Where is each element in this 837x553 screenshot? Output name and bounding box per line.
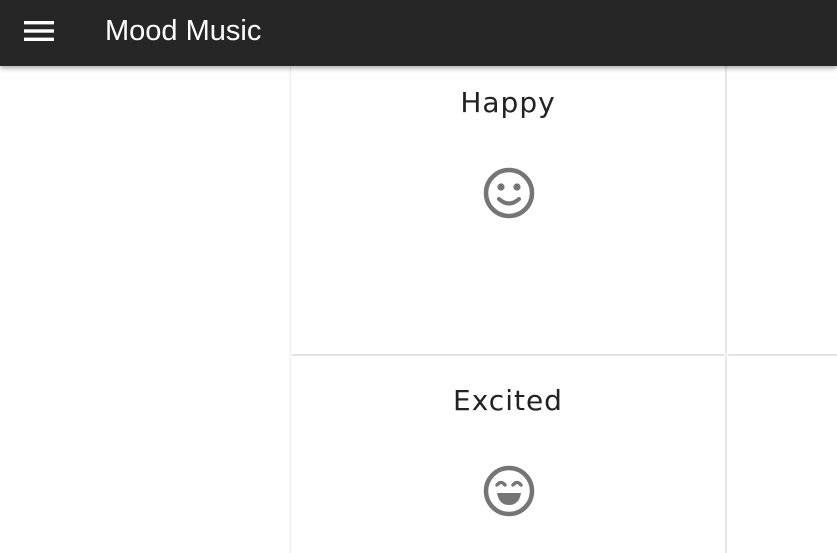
mood-card-happy[interactable]: Happy xyxy=(291,58,725,354)
hamburger-menu-icon xyxy=(24,21,54,41)
app-title: Mood Music xyxy=(105,15,262,47)
app-bar: Mood Music xyxy=(0,0,837,66)
grinning-face-icon xyxy=(483,465,535,517)
smiley-face-icon xyxy=(483,167,535,219)
mood-card-title: Happy xyxy=(460,86,556,119)
app-root: Mood Music Happy Excited xyxy=(0,0,837,553)
mood-card-partial[interactable] xyxy=(727,58,837,354)
mood-card-title: Excited xyxy=(453,384,563,417)
mood-card-partial[interactable] xyxy=(727,356,837,553)
menu-button[interactable] xyxy=(20,14,58,48)
mood-card-excited[interactable]: Excited xyxy=(291,356,725,553)
